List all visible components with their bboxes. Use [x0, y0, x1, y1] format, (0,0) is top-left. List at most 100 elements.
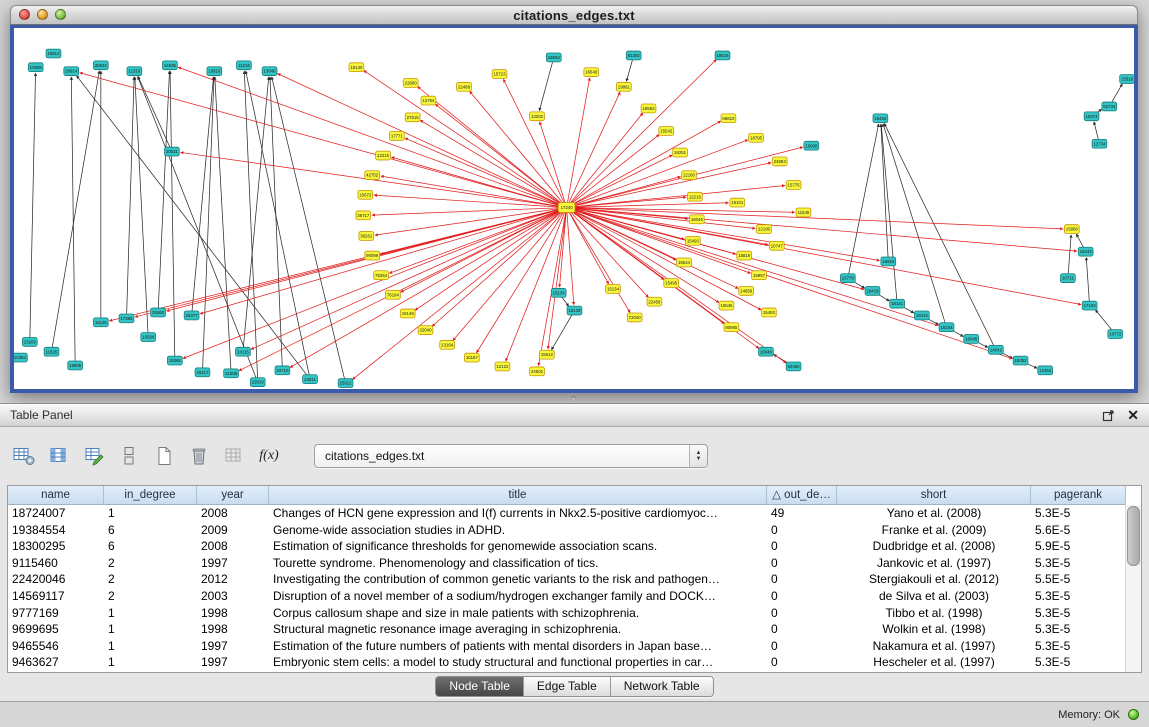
- table-row[interactable]: 946554611997Estimation of the future num…: [8, 638, 1126, 655]
- graph-node[interactable]: 17103: [1082, 301, 1097, 310]
- graph-node[interactable]: 16125: [93, 318, 108, 327]
- graph-node[interactable]: 76254: [374, 271, 389, 280]
- graph-node[interactable]: 15134: [551, 288, 566, 297]
- graph-node[interactable]: 16816: [737, 251, 752, 260]
- import-table-icon[interactable]: [222, 444, 246, 468]
- graph-node[interactable]: 11545: [796, 208, 811, 217]
- table-row[interactable]: 2242004622012Investigating the contribut…: [8, 571, 1126, 588]
- graph-node[interactable]: 19861: [616, 82, 631, 91]
- float-panel-icon[interactable]: [1101, 408, 1115, 422]
- graph-node[interactable]: 12452: [1038, 366, 1053, 375]
- graph-node[interactable]: 15149: [400, 309, 415, 318]
- table-row[interactable]: 1938455462009Genome-wide association stu…: [8, 522, 1126, 539]
- graph-node[interactable]: 24853: [772, 157, 787, 166]
- graph-node[interactable]: 22040: [418, 326, 433, 335]
- graph-node[interactable]: 19454: [873, 114, 888, 123]
- graph-node[interactable]: 18644: [677, 258, 692, 267]
- graph-node[interactable]: 16919: [881, 257, 896, 266]
- graph-node[interactable]: 19419: [865, 286, 880, 295]
- edit-table-icon[interactable]: [82, 444, 106, 468]
- graph-node[interactable]: 24811: [303, 375, 318, 384]
- graph-node[interactable]: 16779: [840, 274, 855, 283]
- zoom-window-icon[interactable]: [55, 9, 66, 20]
- graph-node[interactable]: 14656: [739, 286, 754, 295]
- graph-node[interactable]: 17771: [389, 131, 404, 140]
- graph-node[interactable]: 20531: [164, 147, 179, 156]
- table-row[interactable]: 1872400712008Changes of HCN gene express…: [8, 505, 1126, 522]
- graph-node[interactable]: 11216: [237, 61, 252, 70]
- graph-node[interactable]: 68610: [721, 114, 736, 123]
- graph-node[interactable]: 16048: [759, 347, 774, 356]
- graph-node[interactable]: 19563: [641, 104, 656, 113]
- graph-node[interactable]: 10711: [1060, 274, 1075, 283]
- graph-node[interactable]: 13202: [530, 112, 545, 121]
- graph-node[interactable]: 21508: [224, 369, 239, 378]
- graph-node[interactable]: 15493: [761, 308, 776, 317]
- tab-edge-table[interactable]: Edge Table: [523, 677, 610, 696]
- graph-node[interactable]: 18294: [141, 333, 156, 342]
- graph-node[interactable]: 15612: [539, 350, 554, 359]
- graph-node[interactable]: 18045: [964, 335, 979, 344]
- graph-node[interactable]: 12122: [495, 362, 510, 371]
- graph-node[interactable]: 76194: [386, 290, 401, 299]
- graph-node[interactable]: 12216: [687, 192, 702, 201]
- graph-node[interactable]: 36717: [356, 211, 371, 220]
- row-height-icon[interactable]: [117, 444, 141, 468]
- graph-node[interactable]: 72040: [627, 313, 642, 322]
- graph-node[interactable]: 15775: [786, 181, 801, 190]
- graph-node[interactable]: 16251: [673, 148, 688, 157]
- graph-node[interactable]: 12106: [757, 225, 772, 234]
- graph-node[interactable]: 16772: [1108, 330, 1123, 339]
- graph-node[interactable]: 23710: [275, 366, 290, 375]
- graph-node[interactable]: 10599: [28, 63, 43, 72]
- graph-node[interactable]: 18252: [1013, 356, 1028, 365]
- graph-node[interactable]: 17386: [119, 314, 134, 323]
- table-row[interactable]: 1830029562008Estimation of significance …: [8, 538, 1126, 555]
- graph-node[interactable]: 16104: [939, 323, 954, 332]
- graph-node[interactable]: 15495: [664, 279, 679, 288]
- graph-node[interactable]: 11625: [44, 347, 59, 356]
- graph-node[interactable]: 22619: [250, 378, 265, 387]
- column-header-in-degree[interactable]: in_degree: [104, 486, 197, 505]
- table-row[interactable]: 1456911722003Disruption of a novel membe…: [8, 588, 1126, 605]
- tab-node-table[interactable]: Node Table: [436, 677, 523, 696]
- graph-node[interactable]: 92734: [1102, 102, 1117, 111]
- network-canvas[interactable]: 1724018130226001275427515177711221542752…: [14, 28, 1134, 389]
- graph-node[interactable]: 22458: [647, 297, 662, 306]
- graph-node[interactable]: 25377: [184, 311, 199, 320]
- graph-node[interactable]: 12215: [376, 151, 391, 160]
- graph-node[interactable]: 16640: [584, 68, 599, 77]
- scrollbar-thumb[interactable]: [1127, 506, 1140, 566]
- table-row[interactable]: 977716911998Corpus callosum shape and si…: [8, 605, 1126, 622]
- graph-node[interactable]: 26914: [64, 67, 79, 76]
- graph-node[interactable]: 10167: [464, 353, 479, 362]
- graph-node[interactable]: 42752: [365, 171, 380, 180]
- graph-node[interactable]: 80965: [724, 323, 739, 332]
- table-settings-icon[interactable]: [12, 444, 36, 468]
- table-scrollbar[interactable]: [1125, 505, 1141, 672]
- graph-node[interactable]: 16046: [689, 215, 704, 224]
- graph-node[interactable]: 15905: [68, 361, 83, 370]
- graph-node[interactable]: 13164: [440, 340, 455, 349]
- splitter-handle[interactable]: [571, 396, 576, 401]
- graph-node[interactable]: 22488: [457, 82, 472, 91]
- graph-node[interactable]: 14636: [163, 61, 178, 70]
- graph-node[interactable]: 17240: [558, 203, 575, 213]
- graph-node[interactable]: 12734: [1092, 139, 1107, 148]
- graph-node[interactable]: 15139: [567, 306, 582, 315]
- graph-node[interactable]: 16101: [730, 198, 745, 207]
- column-header-short[interactable]: short: [837, 486, 1031, 505]
- graph-node[interactable]: 25912: [338, 379, 353, 388]
- graph-node[interactable]: 15134: [606, 285, 621, 294]
- function-builder-icon[interactable]: f(x): [257, 444, 281, 468]
- graph-node[interactable]: 15812: [46, 49, 61, 58]
- graph-node[interactable]: 18274: [1084, 112, 1099, 121]
- graph-node[interactable]: 90099: [365, 251, 380, 260]
- column-header-name[interactable]: name: [8, 486, 104, 505]
- graph-node[interactable]: 15542: [659, 127, 674, 136]
- column-header-pagerank[interactable]: pagerank: [1031, 486, 1126, 505]
- graph-node[interactable]: 13209: [22, 337, 37, 346]
- graph-node[interactable]: 81304: [626, 51, 641, 60]
- graph-node[interactable]: 24115: [236, 347, 251, 356]
- graph-node[interactable]: 20417: [195, 368, 210, 377]
